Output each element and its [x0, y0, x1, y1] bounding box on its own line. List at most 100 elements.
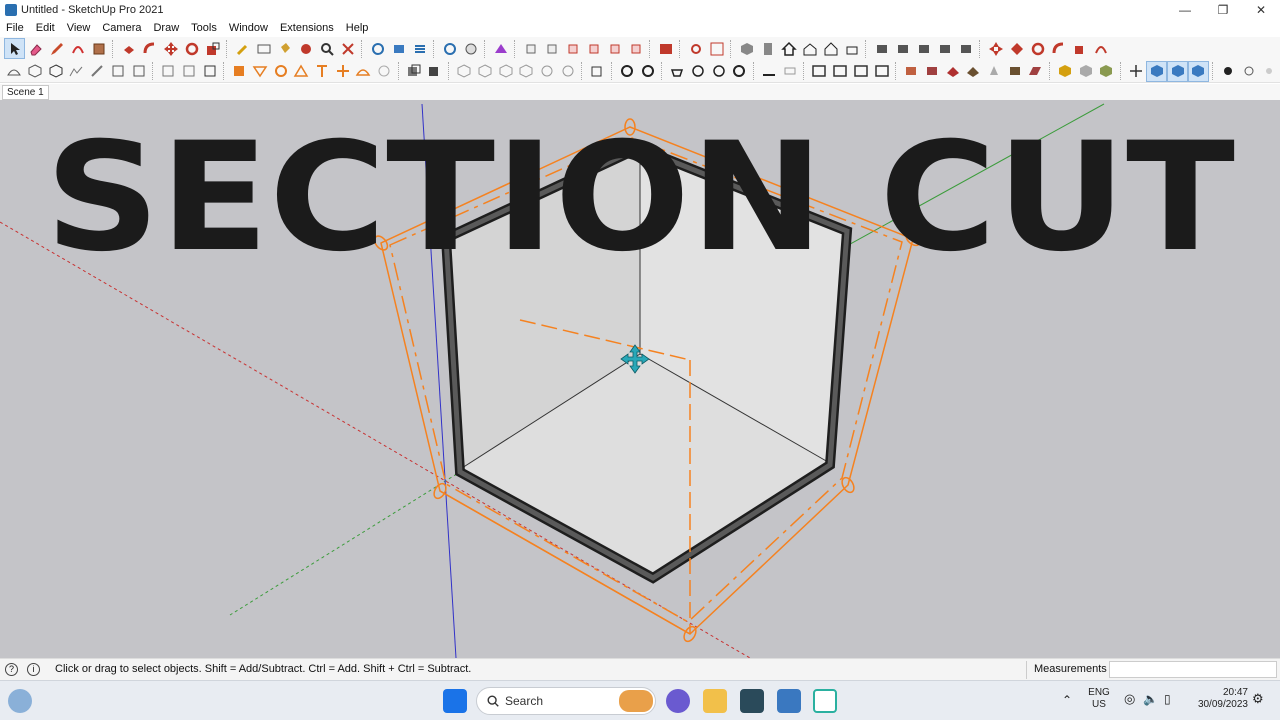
- view-front-button[interactable]: [778, 38, 799, 59]
- scale-red-button[interactable]: [1069, 38, 1090, 59]
- clock[interactable]: 20:47 30/09/2023: [1188, 687, 1248, 711]
- materials-button[interactable]: [199, 61, 220, 82]
- mat-tool-6[interactable]: [1004, 61, 1025, 82]
- view-right-button[interactable]: [799, 38, 820, 59]
- mat-tool-2[interactable]: [922, 61, 943, 82]
- stamp-button[interactable]: [87, 61, 108, 82]
- protractor-button[interactable]: [250, 61, 271, 82]
- style-backedges-button[interactable]: [475, 61, 496, 82]
- record-button[interactable]: [1218, 61, 1239, 82]
- flip-button[interactable]: [1006, 38, 1027, 59]
- globe-network-icon[interactable]: ◎: [1124, 692, 1135, 705]
- nav-tool-3[interactable]: [1167, 60, 1188, 82]
- plane-tool-button[interactable]: [759, 61, 780, 82]
- hand-tool-button[interactable]: [587, 61, 608, 82]
- flip-edge-button[interactable]: [128, 61, 149, 82]
- view-back-button[interactable]: [820, 38, 841, 59]
- style-wireframe-button[interactable]: [495, 61, 516, 82]
- solid-intersect-button[interactable]: [913, 38, 934, 59]
- mat-tool-4[interactable]: [963, 61, 984, 82]
- menu-view[interactable]: View: [61, 22, 97, 34]
- outliner-button[interactable]: [158, 61, 179, 82]
- close-button[interactable]: ✕: [1242, 0, 1280, 20]
- style-hidden-button[interactable]: [516, 61, 537, 82]
- notification-bell-icon[interactable]: ⚙: [1252, 692, 1264, 705]
- info-icon[interactable]: i: [27, 663, 40, 676]
- minimize-button[interactable]: —: [1166, 0, 1204, 20]
- section-plane-button[interactable]: [403, 61, 424, 82]
- language-indicator[interactable]: ENG US: [1087, 687, 1111, 711]
- bend-button[interactable]: [1090, 38, 1111, 59]
- group-button[interactable]: [45, 61, 66, 82]
- select-tool-button[interactable]: [4, 38, 25, 59]
- dots-button[interactable]: [1259, 61, 1280, 82]
- sketchup-taskbar-icon[interactable]: [777, 689, 801, 713]
- table-tool-button[interactable]: [779, 61, 800, 82]
- move-tool-button[interactable]: [160, 38, 181, 59]
- swirl-tool-button[interactable]: [708, 61, 729, 82]
- cube-tool-2[interactable]: [1075, 61, 1096, 82]
- menu-help[interactable]: Help: [340, 22, 375, 34]
- axes-tool-button[interactable]: [332, 61, 353, 82]
- measurements-input[interactable]: [1109, 661, 1277, 678]
- scale-tool-button[interactable]: [202, 38, 223, 59]
- tray-chevron-up-icon[interactable]: ⌃: [1062, 694, 1072, 706]
- mat-tool-3[interactable]: [942, 61, 963, 82]
- taskbar-search[interactable]: Search: [476, 687, 656, 715]
- drawing-viewport[interactable]: SECTION CUT: [0, 100, 1280, 658]
- solid-split-button[interactable]: [955, 38, 976, 59]
- file-explorer-icon[interactable]: [703, 689, 727, 713]
- app-window-icon[interactable]: [813, 689, 837, 713]
- rotate-tool-button[interactable]: [181, 38, 202, 59]
- component-button[interactable]: [25, 61, 46, 82]
- walk-tool-button[interactable]: [4, 61, 25, 82]
- follow-me-tool-button[interactable]: [139, 38, 160, 59]
- line-tool-button[interactable]: [46, 38, 67, 59]
- extension-warehouse-button[interactable]: [388, 38, 409, 59]
- terrain-button[interactable]: [66, 61, 87, 82]
- small-tool-1[interactable]: [520, 38, 541, 59]
- zoom-extents-tool-button[interactable]: [337, 38, 358, 59]
- menu-file[interactable]: File: [0, 22, 30, 34]
- menu-draw[interactable]: Draw: [147, 22, 185, 34]
- construction-button[interactable]: [229, 61, 250, 82]
- menu-extensions[interactable]: Extensions: [274, 22, 340, 34]
- zoom-tool-button[interactable]: [316, 38, 337, 59]
- view-top-button[interactable]: [757, 38, 778, 59]
- refresh-tool-button[interactable]: [729, 61, 750, 82]
- menu-tools[interactable]: Tools: [185, 22, 223, 34]
- small-tool-3[interactable]: [562, 38, 583, 59]
- restore-button[interactable]: ❐: [1204, 0, 1242, 20]
- scene-tab-1[interactable]: Scene 1: [2, 85, 49, 100]
- dimension-tool-button[interactable]: [253, 38, 274, 59]
- move-copy-button[interactable]: [985, 38, 1006, 59]
- layout-button[interactable]: [409, 38, 430, 59]
- nav-tool-1[interactable]: [1126, 61, 1147, 82]
- frame2-tool-button[interactable]: [830, 61, 851, 82]
- menu-edit[interactable]: Edit: [30, 22, 61, 34]
- circle-button[interactable]: [270, 61, 291, 82]
- orbit-tool-button[interactable]: [295, 38, 316, 59]
- style-textured-button[interactable]: [557, 61, 578, 82]
- section-fill-button[interactable]: [424, 61, 445, 82]
- mat-tool-1[interactable]: [901, 61, 922, 82]
- app-launcher-icon[interactable]: [740, 689, 764, 713]
- tags-button[interactable]: [179, 61, 200, 82]
- cube-tool-1[interactable]: [1055, 61, 1076, 82]
- small-tool-4[interactable]: [583, 38, 604, 59]
- 3d-text-button[interactable]: [353, 61, 374, 82]
- fog-button[interactable]: [637, 61, 658, 82]
- gear-tool-button[interactable]: [685, 38, 706, 59]
- small-tool-6[interactable]: [625, 38, 646, 59]
- small-tool-5[interactable]: [604, 38, 625, 59]
- windows-start-icon[interactable]: [443, 689, 467, 713]
- add-location-button[interactable]: [460, 38, 481, 59]
- offset-button[interactable]: [1048, 38, 1069, 59]
- style-shaded-button[interactable]: [537, 61, 558, 82]
- battery-icon[interactable]: ▯: [1164, 693, 1171, 705]
- frame-tool-button[interactable]: [809, 61, 830, 82]
- pointer-button[interactable]: [1238, 61, 1259, 82]
- push-pull-tool-button[interactable]: [118, 38, 139, 59]
- solid-trim-button[interactable]: [934, 38, 955, 59]
- speaker-muted-icon[interactable]: 🔈: [1143, 693, 1158, 705]
